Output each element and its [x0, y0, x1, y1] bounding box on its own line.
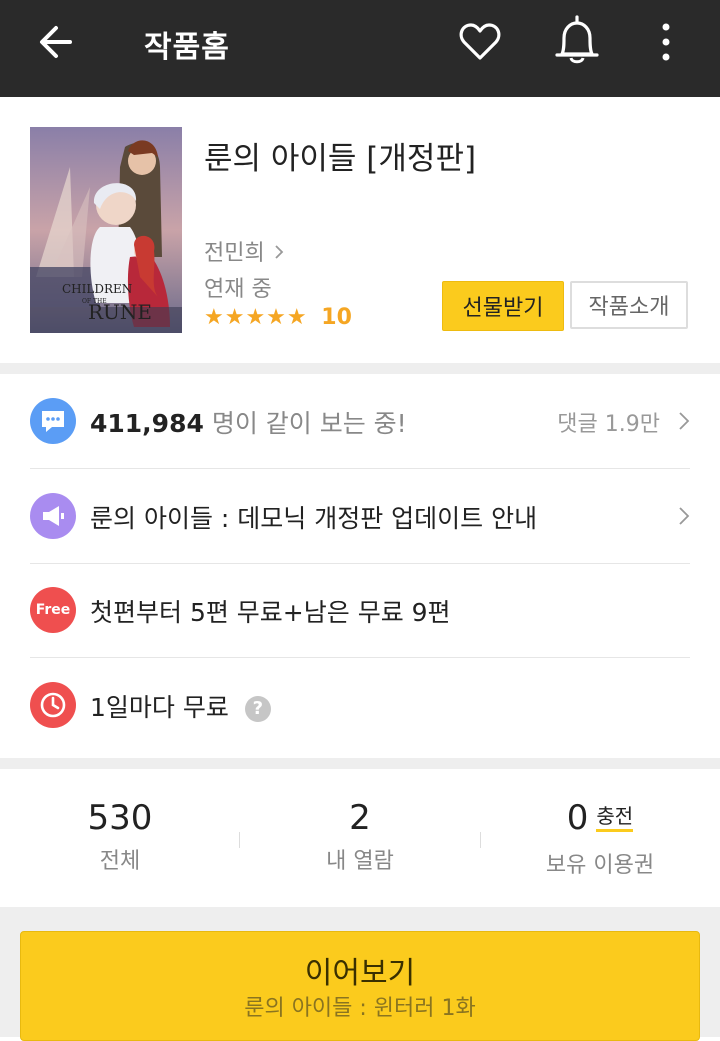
free-badge-text: Free — [35, 602, 71, 618]
serial-status: 연재 중 — [204, 277, 272, 302]
help-icon-glyph: ? — [252, 698, 264, 719]
clock-icon — [30, 682, 76, 728]
comments-count[interactable]: 댓글 1.9만 — [557, 406, 660, 438]
viewer-count: 411,984 — [90, 409, 204, 438]
stat-tickets-value: 0 — [566, 798, 589, 838]
author-name: 전민희 — [204, 241, 265, 266]
help-icon[interactable]: ? — [244, 696, 271, 722]
stat-my-views[interactable]: 2 내 열람 — [240, 797, 480, 875]
continue-reading-button[interactable]: 이어보기 룬의 아이들 : 윈터러 1화 — [20, 931, 700, 1041]
stat-my-views-value: 2 — [349, 798, 371, 838]
work-info-section: CHILDREN OF THE RUNE 룬의 아이들 [개정판] 전민희 연재… — [0, 97, 720, 363]
chevron-right-icon — [275, 245, 284, 259]
free-text: 첫편부터 5편 무료+남은 무료 9편 — [90, 598, 451, 627]
notice-row[interactable]: 룬의 아이들 : 데모닉 개정판 업데이트 안내 — [30, 469, 690, 564]
svg-text:RUNE: RUNE — [88, 300, 152, 324]
daily-free-row: 1일마다 무료 ? — [30, 658, 690, 752]
chevron-right-icon — [679, 412, 690, 430]
free-row: Free 첫편부터 5편 무료+남은 무료 9편 — [30, 563, 690, 658]
more-vertical-icon[interactable] — [650, 18, 682, 66]
stat-tickets: 0 충전 보유 이용권 — [480, 797, 720, 879]
divider — [0, 758, 720, 769]
charge-button[interactable]: 충전 — [596, 804, 634, 832]
stats-section: 530 전체 2 내 열람 0 충전 보유 이용권 — [0, 769, 720, 907]
bell-icon[interactable] — [552, 14, 602, 68]
daily-free-label: 1일마다 무료 — [90, 693, 229, 722]
continue-label: 이어보기 — [304, 956, 416, 991]
gift-button[interactable]: 선물받기 — [442, 281, 564, 331]
divider — [0, 363, 720, 374]
stat-total[interactable]: 530 전체 — [0, 797, 240, 875]
notice-text: 룬의 아이들 : 데모닉 개정판 업데이트 안내 — [90, 504, 538, 533]
cover-image[interactable]: CHILDREN OF THE RUNE — [30, 127, 182, 333]
stat-tickets-label: 보유 이용권 — [545, 853, 655, 878]
stat-tickets-row: 0 충전 — [480, 797, 720, 843]
work-title: 룬의 아이들 [개정판] — [204, 141, 477, 177]
stat-total-label: 전체 — [99, 849, 141, 874]
chevron-right-icon — [679, 507, 690, 525]
back-arrow-icon[interactable] — [32, 18, 80, 66]
chat-bubble-icon — [30, 398, 76, 444]
page-title: 작품홈 — [144, 30, 230, 65]
viewers-row[interactable]: 411,984 명이 같이 보는 중! 댓글 1.9만 — [30, 374, 690, 469]
svg-text:CHILDREN: CHILDREN — [62, 282, 132, 296]
stat-total-value: 530 — [87, 798, 153, 838]
top-bar: 작품홈 — [0, 0, 720, 97]
intro-button[interactable]: 작품소개 — [570, 281, 688, 329]
free-badge-icon: Free — [30, 587, 76, 633]
heart-icon[interactable] — [456, 18, 504, 66]
daily-free-text: 1일마다 무료 ? — [90, 688, 271, 724]
rating-value: 10 — [321, 305, 352, 330]
rating: ★★★★★ 10 — [204, 305, 352, 330]
continue-episode: 룬의 아이들 : 윈터러 1화 — [244, 996, 476, 1021]
viewers-text: 411,984 명이 같이 보는 중! — [90, 404, 407, 440]
stat-my-views-label: 내 열람 — [326, 849, 394, 874]
bottom-section: 이어보기 룬의 아이들 : 윈터러 1화 — [0, 907, 720, 1041]
author-link[interactable]: 전민희 — [204, 235, 284, 267]
viewer-suffix: 명이 같이 보는 중! — [203, 409, 407, 438]
megaphone-icon — [30, 493, 76, 539]
star-rating-icon: ★★★★★ — [204, 305, 308, 330]
